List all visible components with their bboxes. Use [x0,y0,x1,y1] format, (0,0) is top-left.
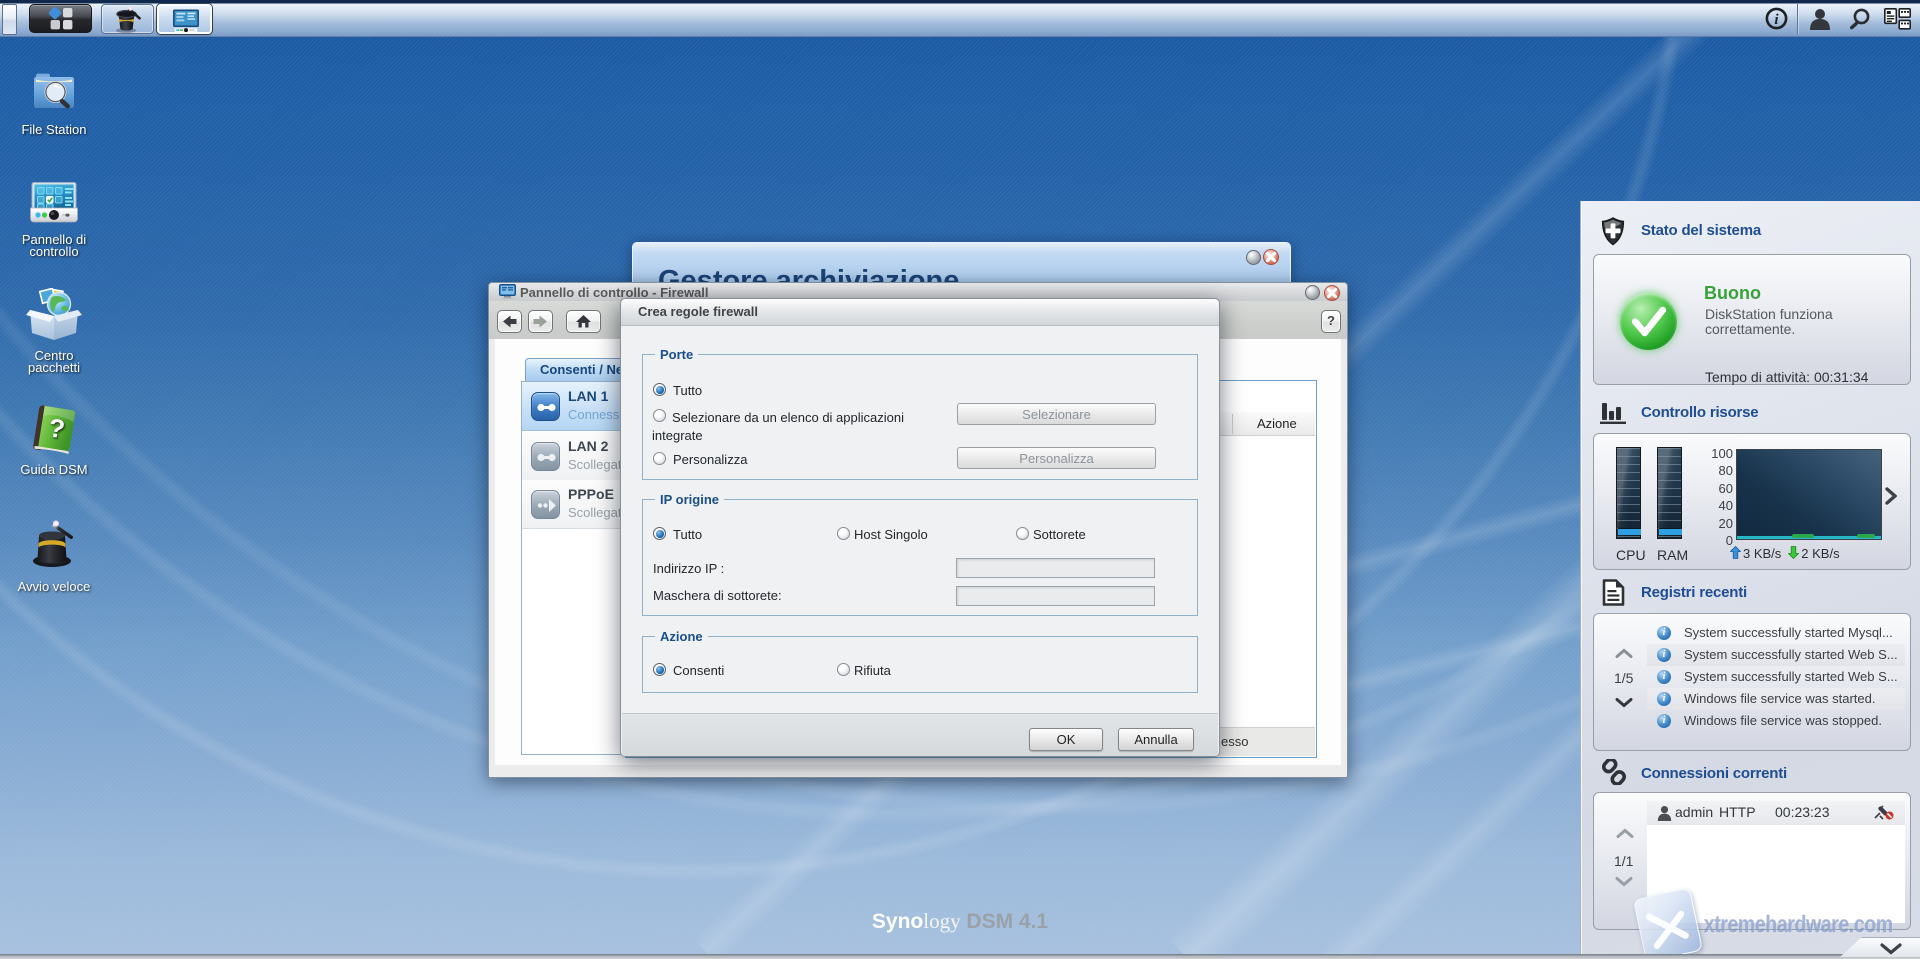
svg-text:i: i [1774,12,1779,28]
